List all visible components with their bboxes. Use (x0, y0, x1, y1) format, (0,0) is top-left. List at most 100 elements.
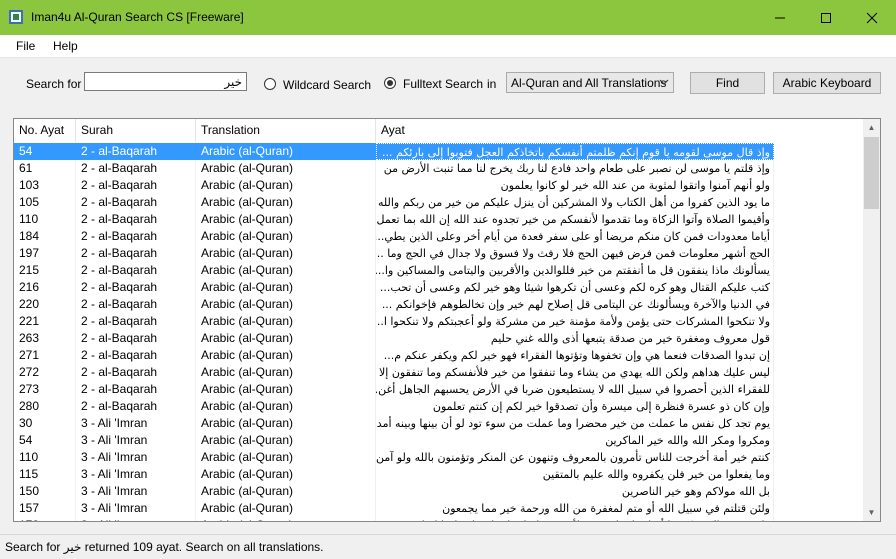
column-header-surah[interactable]: Surah (76, 119, 196, 142)
table-row[interactable]: 110 2 - al-Baqarah Arabic (al-Quran) وأقيمو… (14, 211, 774, 228)
table-row[interactable]: 221 2 - al-Baqarah Arabic (al-Quran) ولا تن… (14, 313, 774, 330)
menu-file[interactable]: File (16, 39, 35, 53)
cell-ayat: أياما معدودات فمن كان منكم مريضا أو على … (376, 228, 774, 245)
cell-ayat: ولو أنهم آمنوا واتقوا لمثوبة من عند الله… (376, 177, 774, 194)
grid-header: No. Ayat Surah Translation Ayat (14, 119, 880, 142)
title-bar[interactable]: Iman4u Al-Quran Search CS [Freeware] (0, 0, 896, 35)
cell-ayat: ولا تنكحوا المشركات حتى يؤمن ولأمة مؤمنة… (376, 313, 774, 330)
maximize-button[interactable] (803, 0, 849, 35)
cell-translation: Arabic (al-Quran) (196, 262, 376, 279)
table-row[interactable]: 115 3 - Ali 'Imran Arabic (al-Quran) وما يف… (14, 466, 774, 483)
table-row[interactable]: 197 2 - al-Baqarah Arabic (al-Quran) الحج أ… (14, 245, 774, 262)
search-label: Search for (26, 77, 82, 91)
cell-ayat: يسألونك ماذا ينفقون قل ما أنفقتم من خير … (376, 262, 774, 279)
table-row[interactable]: 150 3 - Ali 'Imran Arabic (al-Quran) بل الل… (14, 483, 774, 500)
cell-surah: 2 - al-Baqarah (76, 228, 196, 245)
search-input[interactable] (84, 72, 247, 91)
cell-translation: Arabic (al-Quran) (196, 364, 376, 381)
menu-help[interactable]: Help (53, 39, 78, 53)
cell-ayat: وإذ قال موسى لقومه يا قوم إنكم ظلمتم أنف… (376, 143, 774, 160)
minimize-button[interactable] (757, 0, 803, 35)
cell-no-ayat: 150 (14, 483, 76, 500)
cell-translation: Arabic (al-Quran) (196, 177, 376, 194)
cell-surah: 2 - al-Baqarah (81, 144, 158, 158)
cell-no-ayat: 271 (14, 347, 76, 364)
table-row[interactable]: 1783 - Ali 'ImranArabic (al-Quran)ولا يح… (14, 517, 774, 521)
cell-surah: 2 - al-Baqarah (76, 330, 196, 347)
chevron-down-icon (659, 79, 669, 85)
cell-surah: 3 - Ali 'Imran (76, 500, 196, 517)
cell-surah: 3 - Ali 'Imran (76, 483, 196, 500)
arabic-keyboard-button[interactable]: Arabic Keyboard (773, 72, 881, 94)
close-button[interactable] (849, 0, 895, 35)
cell-translation: Arabic (al-Quran) (196, 160, 376, 177)
table-row[interactable]: 263 2 - al-Baqarah Arabic (al-Quran) قول مع… (14, 330, 774, 347)
find-button[interactable]: Find (690, 72, 765, 94)
cell-translation: Arabic (al-Quran) (201, 144, 294, 158)
cell-translation: Arabic (al-Quran) (196, 415, 376, 432)
cell-surah: 3 - Ali 'Imran (76, 432, 196, 449)
table-row[interactable]: 103 2 - al-Baqarah Arabic (al-Quran) ولو أن… (14, 177, 774, 194)
wildcard-search-label[interactable]: Wildcard Search (283, 78, 371, 92)
cell-no-ayat: 115 (14, 466, 76, 483)
table-row[interactable]: 105 2 - al-Baqarah Arabic (al-Quran) ما يود… (14, 194, 774, 211)
cell-ayat: ولئن قتلتم في سبيل الله أو متم لمغفرة من… (376, 500, 774, 517)
wildcard-search-radio[interactable] (264, 78, 276, 90)
scroll-down-icon[interactable]: ▼ (863, 504, 880, 521)
fulltext-search-radio[interactable] (384, 77, 396, 89)
cell-translation: Arabic (al-Quran) (196, 245, 376, 262)
cell-ayat: بل الله مولاكم وهو خير الناصرين (376, 483, 774, 500)
vertical-scrollbar[interactable]: ▲ ▼ (863, 119, 880, 521)
status-text: Search for خير returned 109 ayat. Search… (5, 540, 324, 554)
search-scope-select[interactable]: Al-Quran and All Translations (506, 72, 674, 93)
table-row[interactable]: 157 3 - Ali 'Imran Arabic (al-Quran) ولئن ق… (14, 500, 774, 517)
column-header-translation[interactable]: Translation (196, 119, 376, 142)
status-bar: Search for خير returned 109 ayat. Search… (0, 534, 896, 559)
cell-no-ayat: 54 (14, 432, 76, 449)
table-row[interactable]: 54 2 - al-Baqarah Arabic (al-Quran) وإذ قال… (14, 143, 774, 160)
cell-surah: 2 - al-Baqarah (76, 177, 196, 194)
cell-ayat: للفقراء الذين أحصروا في سبيل الله لا يست… (376, 381, 774, 398)
cell-surah: 2 - al-Baqarah (76, 262, 196, 279)
cell-no-ayat: 178 (14, 517, 76, 521)
cell-surah: 3 - Ali 'Imran (76, 466, 196, 483)
results-grid[interactable]: No. Ayat Surah Translation Ayat 54 2 - al… (13, 118, 881, 522)
column-header-ayat[interactable]: Ayat (376, 119, 863, 142)
cell-ayat: ليس عليك هداهم ولكن الله يهدي من يشاء وم… (376, 364, 774, 381)
cell-translation: Arabic (al-Quran) (196, 381, 376, 398)
table-row[interactable]: 184 2 - al-Baqarah Arabic (al-Quran) أياما … (14, 228, 774, 245)
scroll-up-icon[interactable]: ▲ (863, 119, 880, 136)
table-row[interactable]: 271 2 - al-Baqarah Arabic (al-Quran) إن تبد… (14, 347, 774, 364)
table-row[interactable]: 110 3 - Ali 'Imran Arabic (al-Quran) كنتم خ… (14, 449, 774, 466)
table-row[interactable]: 216 2 - al-Baqarah Arabic (al-Quran) كتب عل… (14, 279, 774, 296)
fulltext-search-label[interactable]: Fulltext Search (403, 77, 483, 91)
table-row[interactable]: 54 3 - Ali 'Imran Arabic (al-Quran) ومكروا … (14, 432, 774, 449)
cell-no-ayat: 273 (14, 381, 76, 398)
cell-translation: Arabic (al-Quran) (196, 296, 376, 313)
cell-translation: Arabic (al-Quran) (196, 330, 376, 347)
cell-no-ayat: 221 (14, 313, 76, 330)
table-row[interactable]: 215 2 - al-Baqarah Arabic (al-Quran) يسألون… (14, 262, 774, 279)
cell-ayat: ما يود الذين كفروا من أهل الكتاب ولا الم… (376, 194, 774, 211)
cell-surah: 2 - al-Baqarah (76, 160, 196, 177)
cell-translation: Arabic (al-Quran) (196, 347, 376, 364)
cell-translation: Arabic (al-Quran) (196, 517, 376, 521)
cell-surah: 2 - al-Baqarah (76, 381, 196, 398)
cell-surah: 2 - al-Baqarah (76, 245, 196, 262)
cell-ayat: كتب عليكم القتال وهو كره لكم وعسى أن تكر… (376, 279, 774, 296)
scroll-thumb[interactable] (864, 137, 879, 209)
app-icon (9, 10, 23, 24)
cell-translation: Arabic (al-Quran) (196, 194, 376, 211)
table-row[interactable]: 280 2 - al-Baqarah Arabic (al-Quran) وإن كا… (14, 398, 774, 415)
table-row[interactable]: 272 2 - al-Baqarah Arabic (al-Quran) ليس عل… (14, 364, 774, 381)
cell-surah: 2 - al-Baqarah (76, 313, 196, 330)
table-row[interactable]: 61 2 - al-Baqarah Arabic (al-Quran) وإذ قلت… (14, 160, 774, 177)
table-row[interactable]: 30 3 - Ali 'Imran Arabic (al-Quran) يوم تجد… (14, 415, 774, 432)
table-row[interactable]: 273 2 - al-Baqarah Arabic (al-Quran) للفقرا… (14, 381, 774, 398)
cell-translation: Arabic (al-Quran) (196, 432, 376, 449)
column-header-no-ayat[interactable]: No. Ayat (14, 119, 76, 142)
cell-ayat: وأقيموا الصلاة وآتوا الزكاة وما تقدموا ل… (376, 211, 774, 228)
in-label: in (487, 77, 497, 91)
cell-ayat: ولا يحسبن الذين كفروا أنما نملي لهم خير … (376, 517, 774, 521)
table-row[interactable]: 220 2 - al-Baqarah Arabic (al-Quran) في الد… (14, 296, 774, 313)
